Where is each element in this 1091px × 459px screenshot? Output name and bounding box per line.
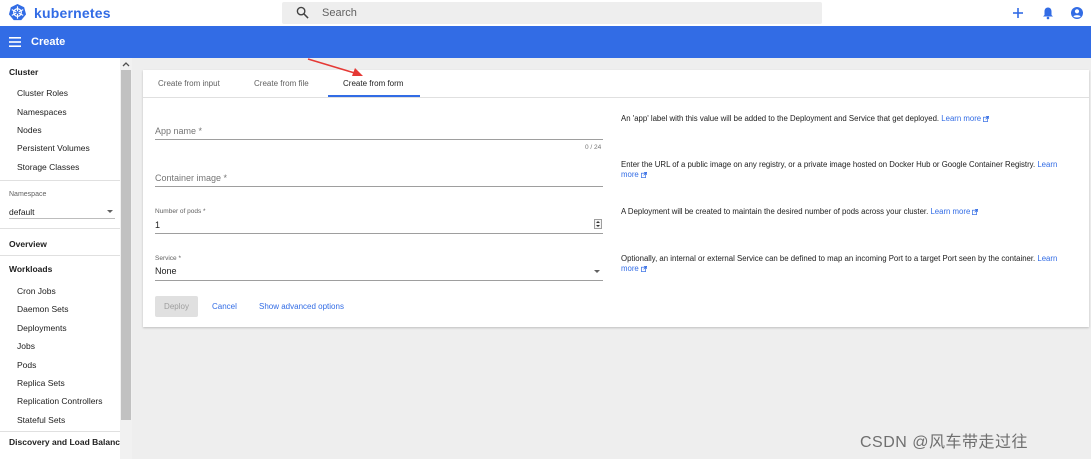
kubernetes-logo[interactable]: kubernetes bbox=[8, 3, 111, 22]
container-image-label: Container image * bbox=[155, 173, 228, 183]
sidebar-item-overview[interactable]: Overview bbox=[9, 239, 47, 249]
sidebar-item-replication-controllers[interactable]: Replication Controllers bbox=[17, 396, 103, 406]
sidebar-divider bbox=[0, 255, 120, 256]
search-icon bbox=[296, 6, 309, 19]
open-in-new-icon bbox=[640, 265, 647, 272]
learn-more-link[interactable]: Learn more bbox=[930, 207, 979, 216]
scrollbar-thumb[interactable] bbox=[121, 70, 131, 420]
sidebar-heading-workloads[interactable]: Workloads bbox=[9, 264, 52, 274]
search-input[interactable] bbox=[322, 5, 802, 21]
sidebar-item-nodes[interactable]: Nodes bbox=[17, 125, 42, 135]
open-in-new-icon bbox=[972, 208, 979, 215]
tab-create-from-form[interactable]: Create from form bbox=[343, 79, 403, 88]
sidebar-heading-cluster[interactable]: Cluster bbox=[9, 67, 38, 77]
sidebar-item-daemon-sets[interactable]: Daemon Sets bbox=[17, 304, 69, 314]
page-title: Create bbox=[31, 36, 66, 48]
number-of-pods-label: Number of pods * bbox=[155, 208, 206, 215]
sidebar-item-stateful-sets[interactable]: Stateful Sets bbox=[17, 415, 65, 425]
active-tab-indicator bbox=[328, 95, 420, 97]
sidebar-divider bbox=[0, 228, 120, 229]
namespace-select[interactable]: default bbox=[9, 205, 115, 219]
dropdown-arrow-icon bbox=[594, 270, 600, 273]
page-header: Create bbox=[0, 26, 1091, 58]
sidebar: Cluster Cluster Roles Namespaces Nodes P… bbox=[0, 58, 132, 459]
top-app-bar: kubernetes bbox=[0, 0, 1091, 26]
annotation-arrow bbox=[307, 58, 363, 76]
learn-more-link[interactable]: Learn more bbox=[941, 114, 990, 123]
notifications-bell-icon[interactable] bbox=[1041, 6, 1055, 20]
container-image-help: Enter the URL of a public image on any r… bbox=[621, 160, 1076, 180]
account-circle-icon[interactable] bbox=[1070, 6, 1084, 20]
sidebar-item-namespaces[interactable]: Namespaces bbox=[17, 107, 67, 117]
stepper-up-icon[interactable] bbox=[596, 221, 600, 223]
open-in-new-icon bbox=[983, 115, 990, 122]
scroll-up-arrow-icon[interactable] bbox=[120, 60, 132, 68]
number-of-pods-help: A Deployment will be created to maintain… bbox=[621, 207, 1076, 217]
sidebar-item-replica-sets[interactable]: Replica Sets bbox=[17, 378, 65, 388]
deploy-button[interactable]: Deploy bbox=[155, 296, 198, 317]
sidebar-divider bbox=[0, 431, 120, 432]
learn-more-label: Learn more bbox=[930, 207, 971, 216]
app-name-help-text: An 'app' label with this value will be a… bbox=[621, 114, 940, 123]
sidebar-item-persistent-volumes[interactable]: Persistent Volumes bbox=[17, 143, 90, 153]
tab-bar: Create from input Create from file Creat… bbox=[143, 70, 1089, 98]
app-name-help: An 'app' label with this value will be a… bbox=[621, 114, 1076, 124]
service-label: Service * bbox=[155, 255, 182, 262]
watermark: CSDN @风车带走过往 bbox=[860, 434, 1029, 451]
open-in-new-icon bbox=[640, 171, 647, 178]
sidebar-divider bbox=[0, 180, 120, 181]
service-underline bbox=[155, 280, 603, 281]
sidebar-item-cron-jobs[interactable]: Cron Jobs bbox=[17, 286, 56, 296]
cancel-button[interactable]: Cancel bbox=[212, 302, 237, 311]
number-stepper[interactable] bbox=[594, 219, 602, 229]
create-form-card: Create from input Create from file Creat… bbox=[143, 70, 1089, 327]
container-image-help-text: Enter the URL of a public image on any r… bbox=[621, 160, 1036, 169]
sidebar-scrollbar[interactable] bbox=[120, 58, 132, 459]
menu-icon[interactable] bbox=[9, 37, 21, 47]
app-name-label: App name * bbox=[155, 126, 203, 136]
sidebar-item-storage-classes[interactable]: Storage Classes bbox=[17, 162, 79, 172]
sidebar-item-deployments[interactable]: Deployments bbox=[17, 323, 67, 333]
service-help-text: Optionally, an internal or external Serv… bbox=[621, 254, 1036, 263]
app-name-underline bbox=[155, 139, 603, 140]
add-icon[interactable] bbox=[1011, 6, 1025, 20]
sidebar-item-cluster-roles[interactable]: Cluster Roles bbox=[17, 88, 68, 98]
number-of-pods-value: 1 bbox=[155, 220, 161, 230]
number-of-pods-help-text: A Deployment will be created to maintain… bbox=[621, 207, 929, 216]
namespace-label: Namespace bbox=[9, 191, 47, 198]
sidebar-item-pods[interactable]: Pods bbox=[17, 360, 36, 370]
tab-create-from-input[interactable]: Create from input bbox=[158, 79, 220, 88]
service-value: None bbox=[155, 266, 177, 276]
app-name: kubernetes bbox=[34, 4, 111, 21]
kubernetes-wheel-icon bbox=[8, 3, 27, 21]
search-bar[interactable] bbox=[282, 2, 822, 24]
service-help: Optionally, an internal or external Serv… bbox=[621, 254, 1076, 274]
dropdown-arrow-icon bbox=[107, 210, 113, 213]
app-name-counter: 0 / 24 bbox=[585, 144, 602, 151]
stepper-down-icon[interactable] bbox=[596, 225, 600, 227]
sidebar-item-jobs[interactable]: Jobs bbox=[17, 341, 35, 351]
container-image-underline bbox=[155, 186, 603, 187]
sidebar-heading-discovery[interactable]: Discovery and Load Balancing bbox=[9, 437, 132, 447]
show-advanced-options-button[interactable]: Show advanced options bbox=[259, 302, 344, 311]
learn-more-label: Learn more bbox=[941, 114, 982, 123]
number-of-pods-underline bbox=[155, 233, 603, 234]
namespace-value: default bbox=[9, 207, 35, 217]
tab-create-from-file[interactable]: Create from file bbox=[254, 79, 309, 88]
